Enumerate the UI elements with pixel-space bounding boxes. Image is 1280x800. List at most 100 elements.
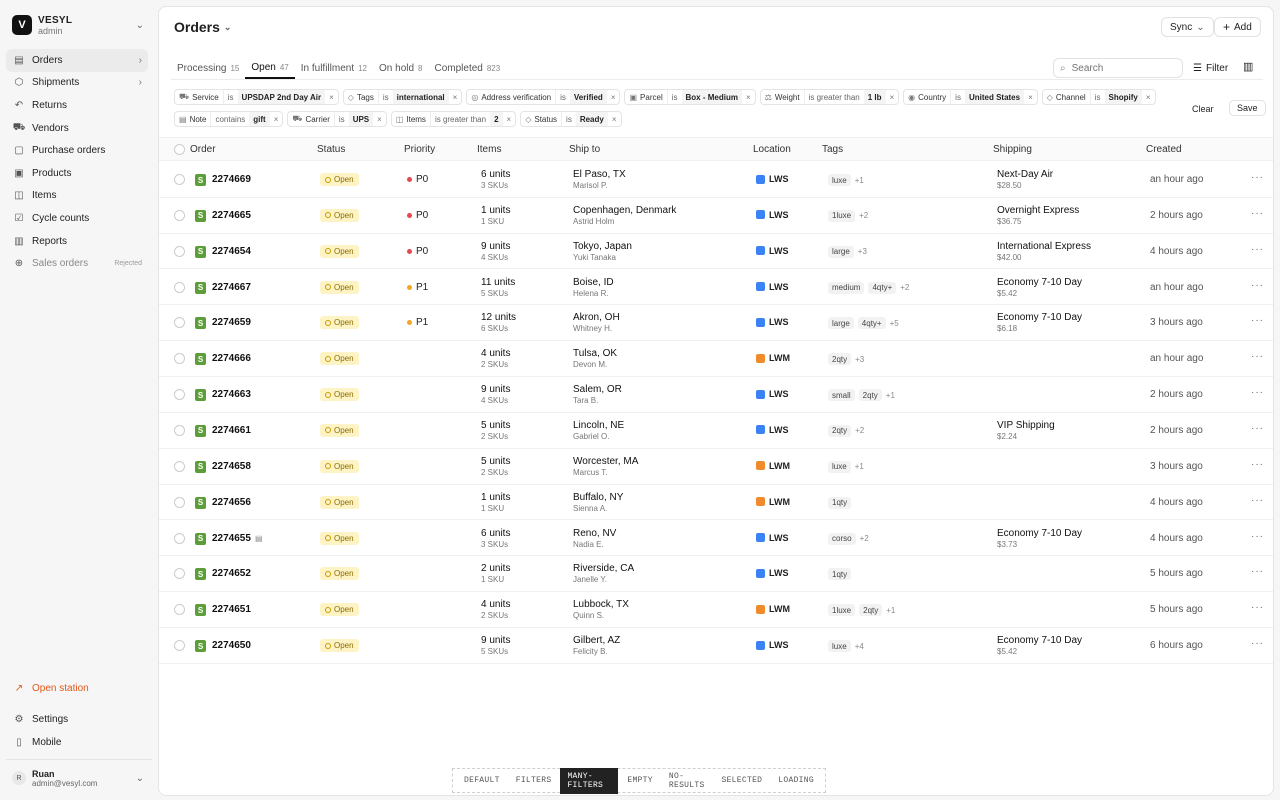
sync-button[interactable]: Sync ⌄	[1161, 17, 1214, 37]
more-actions-icon[interactable]: ···	[1251, 531, 1264, 542]
sidebar-item-vendors[interactable]: ⛟ Vendors	[6, 117, 148, 140]
filter-operator[interactable]: is	[1089, 90, 1105, 104]
row-checkbox[interactable]	[174, 245, 185, 257]
filter-value[interactable]: Box - Medium	[681, 90, 742, 104]
state-many-filters[interactable]: MANY-FILTERS	[560, 767, 619, 794]
tag[interactable]: 2qty	[859, 604, 883, 617]
filter-field[interactable]: ◫ Items	[392, 112, 430, 126]
order-cell[interactable]: 2274661	[212, 425, 251, 436]
close-icon[interactable]: ×	[325, 90, 338, 104]
table-row[interactable]: S 2274661 Open 5 units 2 SKUs Lincoln, NE Gabr…	[159, 413, 1273, 449]
filter-value[interactable]: UPSDAP 2nd Day Air	[237, 90, 326, 104]
order-cell[interactable]: 2274655 ▤	[212, 533, 263, 544]
more-tags-count[interactable]: +5	[890, 319, 899, 328]
filter-field[interactable]: ⛟ Carrier	[288, 112, 334, 126]
table-row[interactable]: S 2274655 ▤ Open 6 units 3 SKUs Reno, NV Nadia …	[159, 521, 1273, 557]
row-checkbox[interactable]	[174, 317, 185, 329]
filter-value[interactable]: international	[392, 90, 449, 104]
page-title[interactable]: Orders ⌄	[174, 19, 231, 35]
search-box[interactable]: ⌕	[1053, 58, 1183, 78]
more-actions-icon[interactable]: ···	[1251, 602, 1264, 613]
tag[interactable]: 4qty+	[857, 317, 886, 330]
order-cell[interactable]: 2274663	[212, 389, 251, 400]
table-row[interactable]: S 2274659 Open P1 12 units 6 SKUs Akron, OH Whi…	[159, 305, 1273, 342]
tag[interactable]: 1luxe	[828, 604, 856, 617]
more-tags-count[interactable]: +1	[886, 606, 895, 615]
more-tags-count[interactable]: +2	[900, 283, 909, 292]
table-row[interactable]: S 2274666 Open 4 units 2 SKUs Tulsa, OK Devon …	[159, 341, 1273, 378]
more-actions-icon[interactable]: ···	[1251, 423, 1264, 434]
state-loading[interactable]: LOADING	[771, 772, 821, 789]
tag[interactable]: 2qty	[828, 353, 852, 366]
close-icon[interactable]: ×	[1024, 90, 1037, 104]
tag[interactable]: 1luxe	[828, 209, 856, 222]
select-all-checkbox[interactable]	[174, 144, 185, 155]
close-icon[interactable]: ×	[270, 112, 283, 126]
tag[interactable]: large	[828, 317, 854, 330]
state-empty[interactable]: EMPTY	[620, 772, 660, 789]
tab-completed[interactable]: Completed 823	[429, 57, 507, 79]
state-filters[interactable]: FILTERS	[509, 772, 559, 789]
filter-operator[interactable]: is greater than	[429, 112, 490, 126]
search-input[interactable]	[1071, 62, 1168, 74]
filter-value[interactable]: 1 lb	[863, 90, 886, 104]
more-tags-count[interactable]: +2	[859, 211, 868, 220]
filter-field[interactable]: ◇ Channel	[1043, 90, 1090, 104]
sidebar-item-cycle-counts[interactable]: ☑ Cycle counts	[6, 207, 148, 230]
filter-field[interactable]: ▣ Parcel	[625, 90, 666, 104]
row-checkbox[interactable]	[174, 281, 185, 293]
filter-field[interactable]: ◇ Tags	[344, 90, 378, 104]
filter-value[interactable]: UPS	[348, 112, 374, 126]
filter-field[interactable]: ◎ Address verification	[467, 90, 555, 104]
table-row[interactable]: S 2274654 Open P0 9 units 4 SKUs Tokyo, Japan Y…	[159, 234, 1273, 270]
more-tags-count[interactable]: +4	[855, 642, 864, 651]
more-actions-icon[interactable]: ···	[1251, 208, 1264, 219]
filter-operator[interactable]: is	[950, 90, 965, 104]
tag[interactable]: medium	[828, 281, 865, 294]
order-cell[interactable]: 2274651	[212, 604, 251, 615]
state-default[interactable]: DEFAULT	[457, 772, 507, 789]
user-menu[interactable]: R Ruan admin@vesyl.com ⌄	[6, 764, 150, 792]
filter-operator[interactable]: is	[555, 90, 570, 104]
sidebar-item-settings[interactable]: ⚙ Settings	[6, 708, 148, 731]
order-cell[interactable]: 2274669	[212, 174, 251, 185]
close-icon[interactable]: ×	[886, 90, 899, 104]
sidebar-item-products[interactable]: ▣ Products	[6, 162, 148, 185]
order-cell[interactable]: 2274652	[212, 568, 251, 579]
more-actions-icon[interactable]: ···	[1251, 566, 1264, 577]
tag[interactable]: large	[828, 245, 854, 258]
filter-value[interactable]: 2	[490, 112, 503, 126]
row-checkbox[interactable]	[174, 209, 185, 221]
more-actions-icon[interactable]: ···	[1251, 172, 1264, 183]
tab-on-hold[interactable]: On hold 8	[373, 57, 428, 79]
workspace-switcher[interactable]: V VESYL admin ⌄	[6, 8, 150, 42]
more-actions-icon[interactable]: ···	[1251, 244, 1264, 255]
more-actions-icon[interactable]: ···	[1251, 495, 1264, 506]
tag[interactable]: 1qty	[828, 496, 852, 509]
filter-button[interactable]: ☰ Filter	[1193, 58, 1228, 78]
col-created[interactable]: Created	[1146, 144, 1182, 155]
filter-value[interactable]: gift	[249, 112, 270, 126]
row-checkbox[interactable]	[174, 640, 185, 652]
sidebar-item-sales-orders[interactable]: ⊕ Sales orders Rejected	[6, 252, 148, 275]
more-actions-icon[interactable]: ···	[1251, 638, 1264, 649]
filter-field[interactable]: ◉ Country	[904, 90, 950, 104]
open-station-link[interactable]: ↗ Open station	[6, 677, 148, 700]
close-icon[interactable]: ×	[503, 112, 516, 126]
table-row[interactable]: S 2274651 Open 4 units 2 SKUs Lubbock, TX Quin…	[159, 592, 1273, 628]
filter-value[interactable]: Shopify	[1104, 90, 1142, 104]
table-row[interactable]: S 2274650 Open 9 units 5 SKUs Gilbert, AZ Feli…	[159, 628, 1273, 664]
more-actions-icon[interactable]: ···	[1251, 387, 1264, 398]
row-checkbox[interactable]	[174, 424, 185, 436]
order-cell[interactable]: 2274654	[212, 246, 251, 257]
state-no-results[interactable]: NO-RESULTS	[662, 768, 713, 794]
order-cell[interactable]: 2274659	[212, 317, 251, 328]
tag[interactable]: 2qty	[828, 424, 852, 437]
filter-field[interactable]: ⛟ Service	[175, 90, 223, 104]
row-checkbox[interactable]	[174, 389, 185, 401]
tag[interactable]: small	[828, 389, 855, 402]
table-row[interactable]: S 2274656 Open 1 units 1 SKU Buffalo, NY Sienn…	[159, 485, 1273, 521]
save-filters-button[interactable]: Save	[1229, 100, 1266, 116]
close-icon[interactable]: ×	[607, 90, 620, 104]
table-row[interactable]: S 2274652 Open 2 units 1 SKU Riverside, CA Jan…	[159, 556, 1273, 593]
